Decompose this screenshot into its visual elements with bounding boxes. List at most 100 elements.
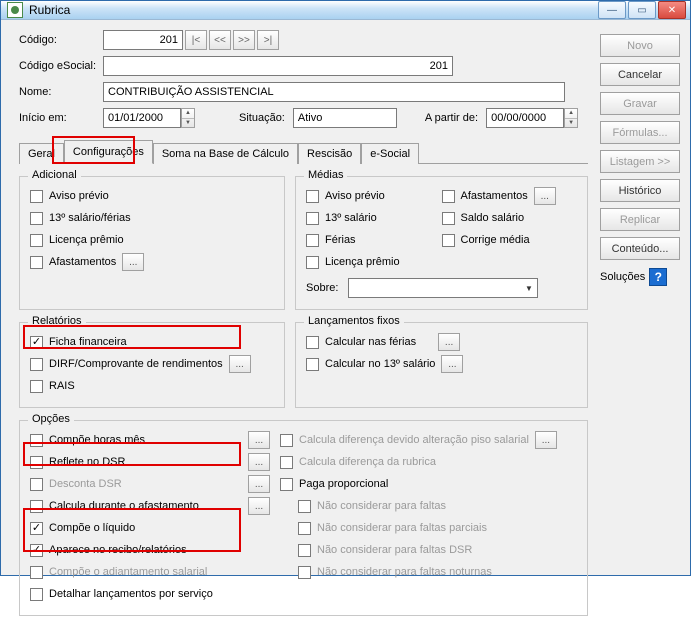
maximize-button[interactable]: ▭ xyxy=(628,1,656,19)
lbl-calc-dif-piso: Calcula diferença devido alteração piso … xyxy=(299,434,529,446)
cb-compoe-horas[interactable] xyxy=(30,434,43,447)
desconta-dsr-ellipsis-button[interactable]: ... xyxy=(248,475,270,493)
lbl-saldo-salario: Saldo salário xyxy=(461,212,525,224)
lbl-reflete-dsr: Reflete no DSR xyxy=(49,456,125,468)
nav-first-button[interactable]: |< xyxy=(185,30,207,50)
calcular-ferias-ellipsis-button[interactable]: ... xyxy=(438,333,460,351)
cb-aparece-recibo[interactable] xyxy=(30,544,43,557)
cb-medias-aviso-previo[interactable] xyxy=(306,190,319,203)
novo-button[interactable]: Novo xyxy=(600,34,680,57)
nome-input[interactable]: CONTRIBUIÇÃO ASSISTENCIAL xyxy=(103,82,565,102)
calcula-afast-ellipsis-button[interactable]: ... xyxy=(248,497,270,515)
cb-nao-faltas-noturnas[interactable] xyxy=(298,566,311,579)
codigo-label: Código: xyxy=(19,34,103,46)
inicio-em-spinner[interactable]: ▲▼ xyxy=(181,108,195,128)
cb-saldo-salario[interactable] xyxy=(442,212,455,225)
listagem-button[interactable]: Listagem >> xyxy=(600,150,680,173)
nav-last-button[interactable]: >| xyxy=(257,30,279,50)
lbl-13-salario-ferias: 13º salário/férias xyxy=(49,212,131,224)
tab-rescisao[interactable]: Rescisão xyxy=(298,143,361,164)
inicio-em-input[interactable]: 01/01/2000 xyxy=(103,108,181,128)
lbl-rais: RAIS xyxy=(49,380,75,392)
cb-calcular-ferias[interactable] xyxy=(306,336,319,349)
tab-soma[interactable]: Soma na Base de Cálculo xyxy=(153,143,298,164)
lbl-ficha-financeira: Ficha financeira xyxy=(49,336,127,348)
lbl-nao-faltas: Não considerar para faltas xyxy=(317,500,446,512)
calcular-13-ellipsis-button[interactable]: ... xyxy=(441,355,463,373)
a-partir-de-spinner[interactable]: ▲▼ xyxy=(564,108,578,128)
cb-desconta-dsr[interactable] xyxy=(30,478,43,491)
cb-13-salario-ferias[interactable] xyxy=(30,212,43,225)
adicional-group: Adicional Aviso prévio 13º salário/féria… xyxy=(19,176,285,310)
cb-calc-dif-piso[interactable] xyxy=(280,434,293,447)
cb-reflete-dsr[interactable] xyxy=(30,456,43,469)
side-buttons: Novo Cancelar Gravar Fórmulas... Listage… xyxy=(600,30,680,616)
tab-configuracoes[interactable]: Configurações xyxy=(64,140,153,164)
cb-afastamentos[interactable] xyxy=(30,256,43,269)
cb-compoe-adiant[interactable] xyxy=(30,566,43,579)
cb-medias-13-salario[interactable] xyxy=(306,212,319,225)
cb-aviso-previo[interactable] xyxy=(30,190,43,203)
relatorios-group: Relatórios Ficha financeira DIRF/Comprov… xyxy=(19,322,285,408)
conteudo-button[interactable]: Conteúdo... xyxy=(600,237,680,260)
lbl-compoe-adiant: Compõe o adiantamento salarial xyxy=(49,566,207,578)
cb-calcular-13[interactable] xyxy=(306,358,319,371)
lbl-calcula-afast: Calcula durante o afastamento xyxy=(49,500,199,512)
historico-button[interactable]: Histórico xyxy=(600,179,680,202)
minimize-button[interactable]: — xyxy=(598,1,626,19)
cb-medias-ferias[interactable] xyxy=(306,234,319,247)
a-partir-de-label: A partir de: xyxy=(425,112,478,124)
relatorios-title: Relatórios xyxy=(28,315,86,327)
sobre-select[interactable]: ▼ xyxy=(348,278,538,298)
cb-detalhar[interactable] xyxy=(30,588,43,601)
a-partir-de-input[interactable]: 00/00/0000 xyxy=(486,108,564,128)
cancelar-button[interactable]: Cancelar xyxy=(600,63,680,86)
close-button[interactable]: ✕ xyxy=(658,1,686,19)
rubrica-window: Rubrica — ▭ ✕ Código: 201 |< << >> >| Có… xyxy=(0,0,691,576)
reflete-dsr-ellipsis-button[interactable]: ... xyxy=(248,453,270,471)
lbl-medias-licenca-premio: Licença prêmio xyxy=(325,256,400,268)
codigo-esocial-input[interactable]: 201 xyxy=(103,56,453,76)
situacao-input[interactable]: Ativo xyxy=(293,108,397,128)
cb-calc-dif-rubrica[interactable] xyxy=(280,456,293,469)
tab-geral[interactable]: Geral xyxy=(19,143,64,164)
cb-calcula-afast[interactable] xyxy=(30,500,43,513)
lbl-aviso-previo: Aviso prévio xyxy=(49,190,109,202)
cb-dirf[interactable] xyxy=(30,358,43,371)
lbl-detalhar: Detalhar lançamentos por serviço xyxy=(49,588,213,600)
cb-rais[interactable] xyxy=(30,380,43,393)
cb-nao-faltas[interactable] xyxy=(298,500,311,513)
medias-afastamentos-ellipsis-button[interactable]: ... xyxy=(534,187,556,205)
replicar-button[interactable]: Replicar xyxy=(600,208,680,231)
lbl-compoe-horas: Compõe horas mês xyxy=(49,434,145,446)
cb-medias-licenca-premio[interactable] xyxy=(306,256,319,269)
cb-nao-faltas-parciais[interactable] xyxy=(298,522,311,535)
nav-next-button[interactable]: >> xyxy=(233,30,255,50)
calc-dif-piso-ellipsis-button[interactable]: ... xyxy=(535,431,557,449)
lbl-paga-proporcional: Paga proporcional xyxy=(299,478,388,490)
nav-prev-button[interactable]: << xyxy=(209,30,231,50)
chevron-down-icon: ▼ xyxy=(521,279,537,297)
adicional-title: Adicional xyxy=(28,169,81,181)
cb-licenca-premio[interactable] xyxy=(30,234,43,247)
gravar-button[interactable]: Gravar xyxy=(600,92,680,115)
compoe-horas-ellipsis-button[interactable]: ... xyxy=(248,431,270,449)
dirf-ellipsis-button[interactable]: ... xyxy=(229,355,251,373)
medias-title: Médias xyxy=(304,169,347,181)
lbl-calc-dif-rubrica: Calcula diferença da rubrica xyxy=(299,456,436,468)
cb-paga-proporcional[interactable] xyxy=(280,478,293,491)
solucoes-label[interactable]: Soluções xyxy=(600,271,645,283)
help-icon[interactable]: ? xyxy=(649,268,667,286)
afastamentos-ellipsis-button[interactable]: ... xyxy=(122,253,144,271)
lbl-calcular-13: Calcular no 13º salário xyxy=(325,358,435,370)
lbl-desconta-dsr: Desconta DSR xyxy=(49,478,122,490)
cb-medias-afastamentos[interactable] xyxy=(442,190,455,203)
cb-compoe-liquido[interactable] xyxy=(30,522,43,535)
cb-ficha-financeira[interactable] xyxy=(30,336,43,349)
formulas-button[interactable]: Fórmulas... xyxy=(600,121,680,144)
cb-corrige-media[interactable] xyxy=(442,234,455,247)
cb-nao-faltas-dsr[interactable] xyxy=(298,544,311,557)
codigo-input[interactable]: 201 xyxy=(103,30,183,50)
tab-esocial[interactable]: e-Social xyxy=(361,143,419,164)
lbl-aparece-recibo: Aparece no recibo/relatórios xyxy=(49,544,187,556)
